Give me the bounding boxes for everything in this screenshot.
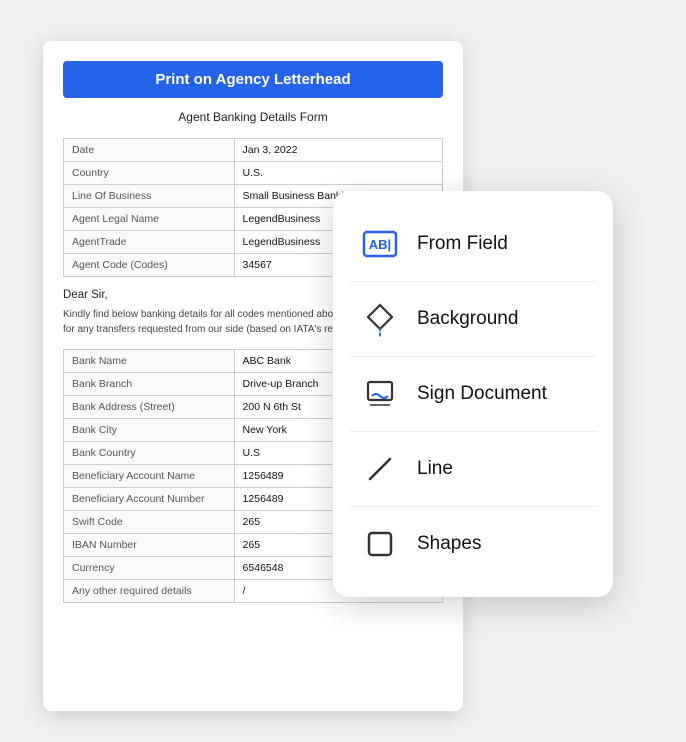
from-field-label: From Field	[417, 233, 508, 255]
background-icon	[357, 296, 403, 342]
menu-item-from-field[interactable]: AB| From Field	[349, 209, 597, 279]
shapes-icon	[357, 521, 403, 567]
menu-item-shapes[interactable]: Shapes	[349, 509, 597, 579]
field-label: IBAN Number	[64, 534, 235, 557]
divider-3	[349, 431, 597, 432]
field-label: Agent Legal Name	[64, 208, 235, 231]
table-row: DateJan 3, 2022	[64, 139, 443, 162]
menu-item-background[interactable]: Background	[349, 284, 597, 354]
field-value: U.S.	[234, 162, 442, 185]
field-label: Bank Address (Street)	[64, 396, 235, 419]
divider-2	[349, 356, 597, 357]
menu-item-sign-document[interactable]: Sign Document	[349, 359, 597, 429]
field-label: Beneficiary Account Number	[64, 488, 235, 511]
menu-card: AB| From Field Background	[333, 191, 613, 597]
field-label: Country	[64, 162, 235, 185]
sign-document-label: Sign Document	[417, 383, 547, 405]
menu-item-line[interactable]: Line	[349, 434, 597, 504]
shapes-label: Shapes	[417, 533, 481, 555]
field-label: Swift Code	[64, 511, 235, 534]
divider-4	[349, 506, 597, 507]
field-label: Beneficiary Account Name	[64, 465, 235, 488]
field-label: Date	[64, 139, 235, 162]
line-icon	[357, 446, 403, 492]
from-field-icon: AB|	[357, 221, 403, 267]
line-label: Line	[417, 458, 453, 480]
field-label: Bank Country	[64, 442, 235, 465]
sign-document-icon	[357, 371, 403, 417]
field-label: Any other required details	[64, 580, 235, 603]
field-label: Line Of Business	[64, 185, 235, 208]
field-label: Bank Name	[64, 350, 235, 373]
divider-1	[349, 281, 597, 282]
table-row: CountryU.S.	[64, 162, 443, 185]
document-title: Print on Agency Letterhead	[63, 61, 443, 98]
field-label: Currency	[64, 557, 235, 580]
field-label: Agent Code (Codes)	[64, 254, 235, 277]
svg-text:AB|: AB|	[369, 237, 391, 252]
field-value: Jan 3, 2022	[234, 139, 442, 162]
field-label: AgentTrade	[64, 231, 235, 254]
document-subtitle: Agent Banking Details Form	[63, 110, 443, 124]
field-label: Bank Branch	[64, 373, 235, 396]
field-label: Bank City	[64, 419, 235, 442]
background-label: Background	[417, 308, 518, 330]
